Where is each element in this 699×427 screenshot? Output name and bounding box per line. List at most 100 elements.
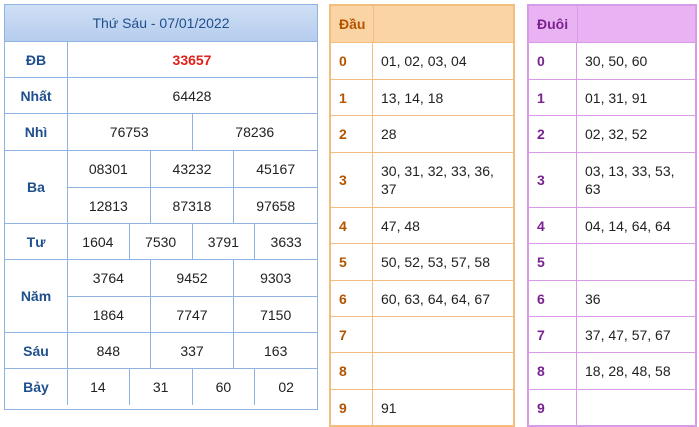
duoi-digit: 1 — [529, 80, 577, 115]
results-row: Tư 1604 7530 3791 3633 — [5, 223, 317, 259]
duoi-numbers: 37, 47, 57, 67 — [585, 326, 671, 343]
duoi-numbers: 02, 32, 52 — [585, 126, 648, 142]
dau-numbers: 47, 48 — [381, 217, 420, 234]
duoi-digit: 8 — [529, 353, 577, 389]
prize-number: 60 — [191, 369, 255, 405]
dau-digit: 4 — [331, 208, 373, 243]
results-table: Thứ Sáu - 07/01/2022 ĐB 33657 Nhất 64428 Nhì… — [4, 4, 318, 410]
duoi-row: 5 — [529, 243, 695, 280]
prize-number: 3791 — [191, 224, 255, 259]
dau-digit: 6 — [331, 281, 373, 316]
dau-digit: 8 — [331, 353, 373, 389]
prize-number: 45167 — [233, 151, 317, 187]
prize-number: 337 — [149, 333, 234, 368]
results-row: Ba 08301 43232 45167 12813 87318 97658 — [5, 150, 317, 224]
prize-number: 3764 — [92, 270, 124, 286]
prize-number: 1864 — [92, 307, 124, 323]
results-row: Sáu 848 337 163 — [5, 332, 317, 368]
dau-digit: 5 — [331, 244, 373, 280]
dau-row: 6 60, 63, 64, 64, 67 — [331, 280, 513, 316]
duoi-digit: 6 — [529, 281, 577, 316]
prize-number: 87318 — [149, 188, 234, 224]
dau-digit: 2 — [331, 116, 373, 152]
dau-numbers: 28 — [381, 126, 397, 142]
prize-number: 7530 — [128, 224, 192, 259]
dau-numbers: 91 — [381, 399, 397, 416]
duoi-row: 6 36 — [529, 280, 695, 316]
dau-header-label: Đầu — [339, 16, 366, 32]
dau-numbers — [373, 353, 513, 389]
special-prize-number: 33657 — [172, 51, 212, 68]
dau-row: 7 — [331, 316, 513, 352]
prize-number: 848 — [96, 342, 121, 359]
prize-label: Bảy — [5, 369, 68, 405]
duoi-numbers: 01, 31, 91 — [585, 89, 648, 106]
duoi-numbers — [577, 390, 695, 425]
duoi-digit: 3 — [529, 153, 577, 207]
dau-row: 8 — [331, 352, 513, 389]
prize-number: 76753 — [109, 124, 149, 140]
duoi-header: Đuôi — [529, 6, 695, 42]
results-row: Năm 3764 9452 9303 1864 7747 7150 — [5, 259, 317, 333]
duoi-row: 1 01, 31, 91 — [529, 79, 695, 115]
results-row: Nhất 64428 — [5, 77, 317, 113]
duoi-numbers: 04, 14, 64, 64 — [585, 217, 671, 234]
results-row: Bảy 14 31 60 02 — [5, 368, 317, 405]
prize-number: 7747 — [149, 297, 234, 333]
prize-label: Sáu — [5, 333, 68, 368]
duoi-row: 2 02, 32, 52 — [529, 115, 695, 152]
results-date-header: Thứ Sáu - 07/01/2022 — [5, 5, 317, 41]
dau-row: 9 91 — [331, 389, 513, 425]
prize-label: ĐB — [5, 42, 68, 77]
duoi-digit: 5 — [529, 244, 577, 280]
prize-number: 31 — [128, 369, 192, 405]
dau-numbers: 30, 31, 32, 33, 36, 37 — [381, 163, 494, 197]
prize-label: Nhất — [5, 78, 68, 113]
dau-numbers — [373, 317, 513, 352]
duoi-digit: 7 — [529, 317, 577, 352]
duoi-row: 4 04, 14, 64, 64 — [529, 207, 695, 243]
prize-number: 7150 — [233, 297, 317, 333]
prize-number: 1604 — [82, 233, 114, 250]
duoi-numbers: 30, 50, 60 — [585, 53, 648, 69]
duoi-header-label: Đuôi — [537, 16, 569, 32]
dau-digit: 3 — [331, 153, 373, 207]
dau-numbers: 13, 14, 18 — [381, 89, 444, 106]
prize-number: 9303 — [233, 260, 317, 296]
dau-numbers: 50, 52, 53, 57, 58 — [381, 254, 490, 270]
duoi-row: 8 18, 28, 48, 58 — [529, 352, 695, 389]
duoi-numbers: 03, 13, 33, 53, 63 — [585, 163, 675, 197]
prize-label: Nhì — [5, 114, 68, 150]
prize-number: 78236 — [191, 114, 318, 150]
dau-row: 0 01, 02, 03, 04 — [331, 42, 513, 79]
duoi-digit: 0 — [529, 43, 577, 79]
prize-label: Năm — [5, 260, 68, 332]
prize-number: 9452 — [149, 260, 234, 296]
dau-digit: 7 — [331, 317, 373, 352]
duoi-numbers: 36 — [585, 290, 601, 307]
duoi-row: 7 37, 47, 57, 67 — [529, 316, 695, 352]
dau-digit: 1 — [331, 80, 373, 115]
prize-number: 3633 — [254, 224, 317, 259]
duoi-row: 9 — [529, 389, 695, 425]
dau-header: Đầu — [331, 6, 513, 42]
prize-number: 163 — [233, 333, 317, 368]
dau-row: 5 50, 52, 53, 57, 58 — [331, 243, 513, 280]
prize-number: 14 — [90, 379, 106, 395]
dau-numbers: 01, 02, 03, 04 — [381, 53, 467, 69]
duoi-numbers — [577, 244, 695, 280]
dau-digit: 0 — [331, 43, 373, 79]
duoi-digit: 4 — [529, 208, 577, 243]
prize-number: 08301 — [88, 161, 128, 177]
dau-table: Đầu 0 01, 02, 03, 04 1 13, 14, 18 2 28 3 30, 31… — [329, 4, 515, 427]
duoi-table: Đuôi 0 30, 50, 60 1 01, 31, 91 2 02, 32, 52 3 0… — [527, 4, 697, 427]
dau-digit: 9 — [331, 390, 373, 425]
dau-row: 2 28 — [331, 115, 513, 152]
prize-number: 02 — [254, 369, 317, 405]
dau-row: 4 47, 48 — [331, 207, 513, 243]
dau-numbers: 60, 63, 64, 64, 67 — [381, 290, 490, 307]
duoi-row: 0 30, 50, 60 — [529, 42, 695, 79]
prize-number: 97658 — [233, 188, 317, 224]
dau-row: 1 13, 14, 18 — [331, 79, 513, 115]
results-row: Nhì 76753 78236 — [5, 113, 317, 150]
